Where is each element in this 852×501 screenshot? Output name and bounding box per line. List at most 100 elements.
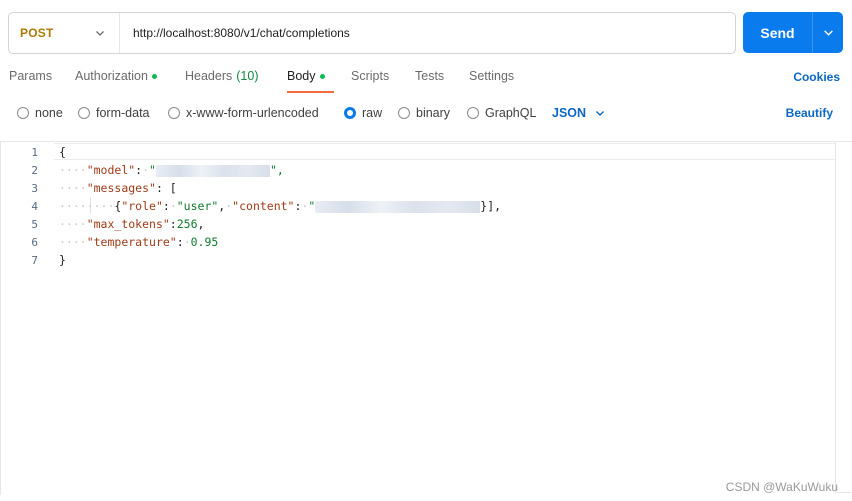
method-select[interactable]: POST (9, 13, 120, 53)
tab-scripts[interactable]: Scripts (351, 69, 415, 93)
line-code: ········{"role":·"user",·"content":·"}], (59, 199, 501, 213)
line-code: { (59, 145, 66, 159)
json-string: ", (269, 163, 284, 177)
redacted-value (155, 164, 270, 177)
whitespace-dots: · (183, 235, 191, 249)
status-dot (319, 74, 325, 79)
watermark: CSDN @WaKuWuku (725, 480, 838, 494)
json-key: "max_tokens" (86, 217, 170, 231)
tab-settings[interactable]: Settings (469, 69, 529, 93)
code-line: 6 ····"temperature":·0.95 (0, 233, 218, 251)
json-punct: : (169, 217, 177, 231)
active-line-highlight (54, 143, 835, 160)
line-code: ····"messages": [ (59, 181, 177, 195)
radio-label: none (35, 106, 63, 120)
chevron-down-icon (96, 31, 104, 36)
request-tabs: Params Authorization Headers (10) Body Sc… (9, 69, 529, 93)
status-dot (151, 74, 157, 79)
json-key: "role" (121, 199, 163, 213)
line-code: ····"temperature":·0.95 (59, 235, 218, 249)
json-key: "model" (86, 163, 136, 177)
beautify-button[interactable]: Beautify (786, 106, 833, 120)
editor-minimap-top (835, 142, 851, 160)
whitespace-dots: ········ (59, 199, 115, 213)
send-dropdown-button[interactable] (813, 12, 843, 53)
radio-icon (168, 107, 180, 119)
url-input[interactable]: http://localhost:8080/v1/chat/completion… (120, 26, 350, 40)
whitespace-dots: · (169, 199, 177, 213)
line-number: 6 (31, 235, 38, 249)
body-type-options: none form-data x-www-form-urlencoded raw… (17, 105, 605, 121)
json-string: " (308, 199, 316, 213)
json-key: "temperature" (86, 235, 177, 249)
json-key: "messages" (86, 181, 156, 195)
tab-label: Tests (415, 69, 445, 83)
radio-x-www-form-urlencoded[interactable]: x-www-form-urlencoded (168, 106, 344, 120)
radio-raw[interactable]: raw (344, 106, 398, 120)
tab-label: Body (287, 69, 316, 83)
radio-form-data[interactable]: form-data (78, 106, 168, 120)
radio-icon (467, 107, 479, 119)
code-line: 4 ········{"role":·"user",·"content":·"}… (0, 197, 501, 215)
line-number: 7 (31, 253, 38, 267)
tab-authorization[interactable]: Authorization (75, 69, 185, 93)
radio-binary[interactable]: binary (398, 106, 467, 120)
format-label: JSON (552, 106, 587, 120)
redacted-value (315, 200, 481, 213)
tab-count-badge: (10) (236, 69, 259, 83)
method-label: POST (20, 26, 54, 40)
line-code: ····"max_tokens":256, (59, 217, 204, 231)
tab-tests[interactable]: Tests (415, 69, 469, 93)
line-number: 4 (31, 199, 38, 213)
code-line: 1 { (0, 143, 66, 161)
json-string: "user" (176, 199, 219, 213)
radio-icon (398, 107, 410, 119)
chevron-down-icon (823, 30, 833, 36)
cookies-link[interactable]: Cookies (793, 70, 840, 84)
chevron-down-icon (596, 111, 605, 116)
json-number: 256 (176, 217, 198, 231)
radio-graphql[interactable]: GraphQL (467, 106, 552, 120)
code-line: 3 ····"messages": [ (0, 179, 176, 197)
tab-label: Settings (469, 69, 515, 83)
json-number: 0.95 (190, 235, 219, 249)
whitespace-dots: ···· (59, 235, 87, 249)
json-punct: : [ (155, 181, 177, 195)
line-code: ····"model":·" ", (59, 163, 284, 177)
radio-icon (78, 107, 90, 119)
send-button-group: Send (743, 12, 843, 53)
code-line: 2 ····"model":·" ", (0, 161, 283, 179)
json-punct: : (176, 235, 184, 249)
json-punct: { (59, 145, 66, 159)
send-button[interactable]: Send (743, 12, 812, 53)
line-code: } (59, 253, 66, 267)
tab-body[interactable]: Body (287, 69, 334, 93)
tab-params[interactable]: Params (9, 69, 75, 93)
tab-label: Scripts (351, 69, 390, 83)
code-editor[interactable]: 1 { 2 ····"model":·" ", 3 ····"messages":… (0, 141, 852, 495)
editor-scrollbar[interactable] (835, 160, 851, 493)
whitespace-dots: ···· (59, 217, 87, 231)
radio-label: x-www-form-urlencoded (186, 106, 319, 120)
radio-none[interactable]: none (17, 106, 78, 120)
json-punct: : (162, 199, 170, 213)
json-punct: }], (480, 199, 502, 213)
format-select[interactable]: JSON (552, 106, 605, 120)
tab-label: Headers (185, 69, 233, 83)
radio-checked-icon (344, 107, 356, 119)
json-punct: } (59, 253, 66, 267)
radio-label: binary (416, 106, 451, 120)
json-key: "content" (232, 199, 295, 213)
code-line: 7 } (0, 251, 66, 269)
tab-label: Authorization (75, 69, 148, 83)
whitespace-dots: · (142, 163, 150, 177)
whitespace-dots: ···· (59, 163, 87, 177)
line-number: 5 (31, 217, 38, 231)
code-line: 5 ····"max_tokens":256, (0, 215, 204, 233)
tab-headers[interactable]: Headers (10) (185, 69, 287, 93)
tab-label: Params (9, 69, 53, 83)
radio-label: GraphQL (485, 106, 537, 120)
radio-label: form-data (96, 106, 150, 120)
json-punct: , (197, 217, 205, 231)
json-string: " (149, 163, 156, 177)
